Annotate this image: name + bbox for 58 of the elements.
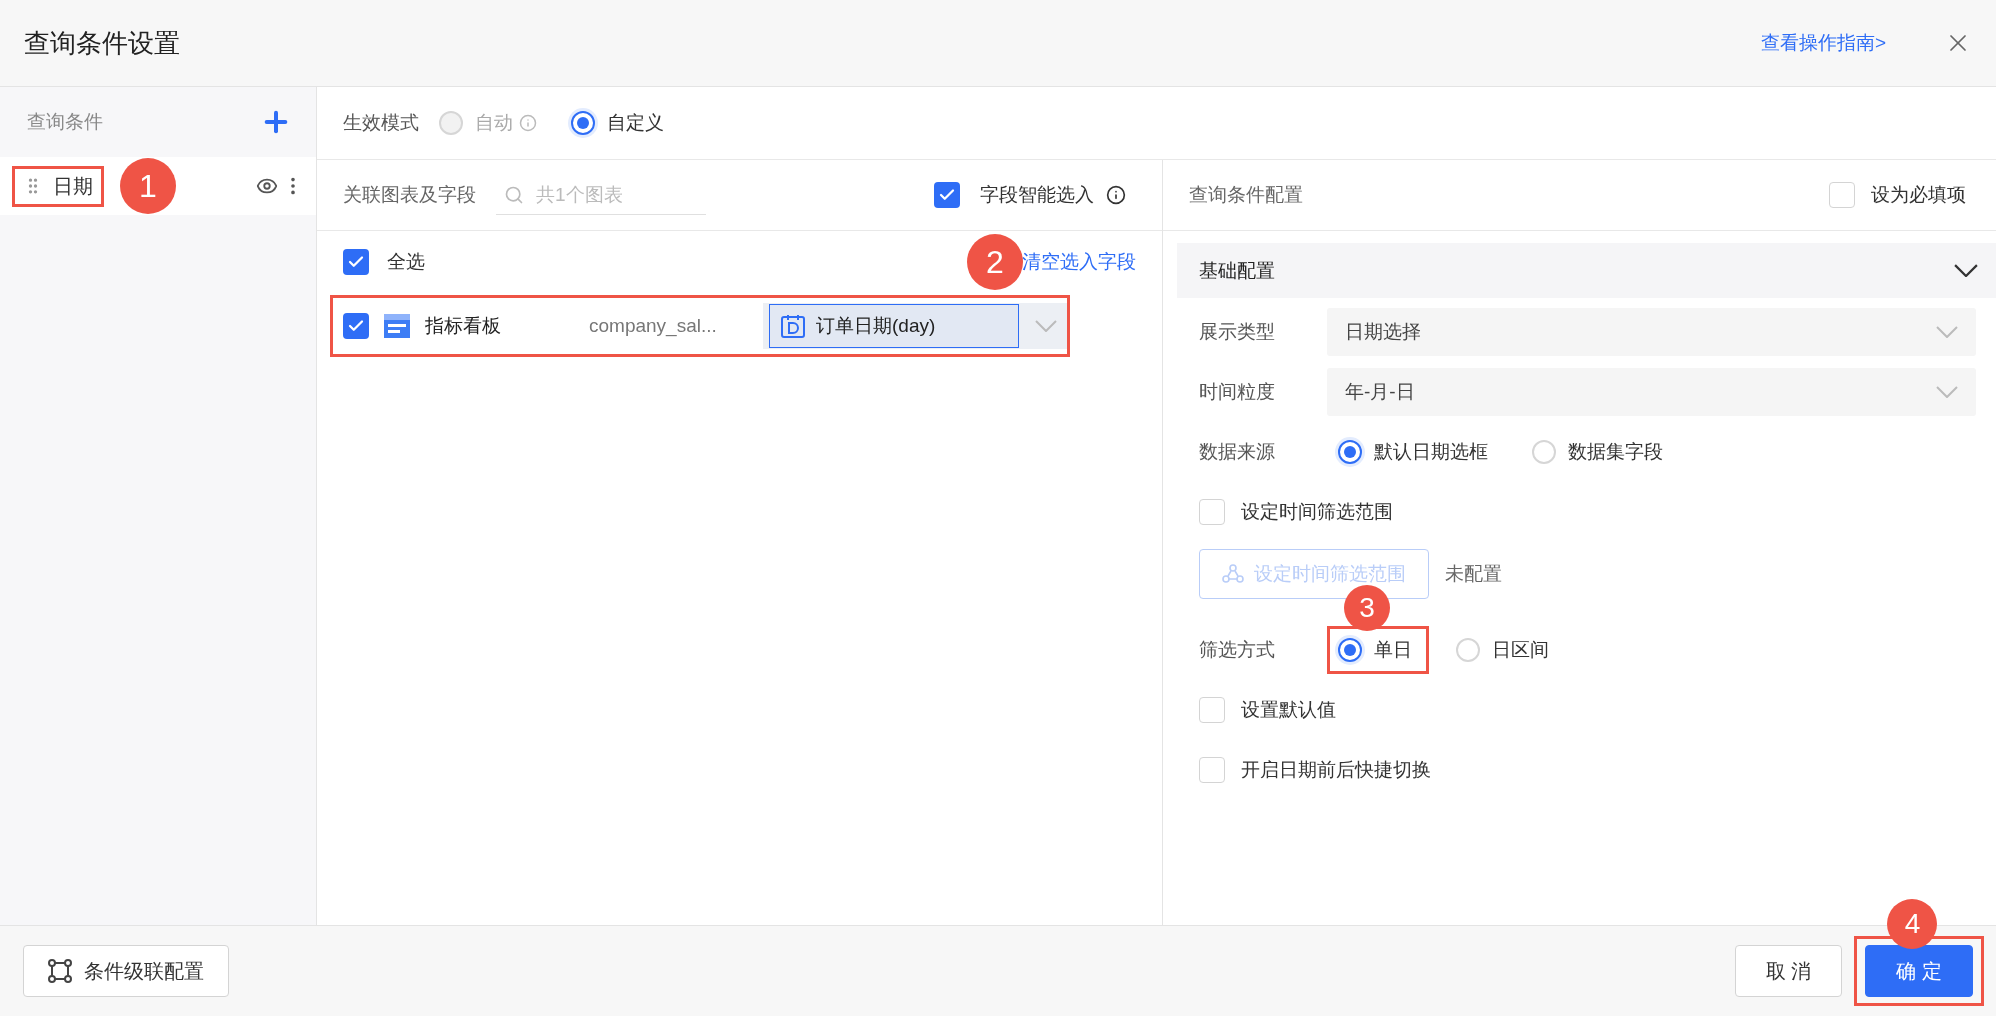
chevron-down-icon	[1936, 325, 1958, 339]
cancel-button[interactable]: 取 消	[1734, 945, 1843, 997]
checkbox-label: 全选	[387, 250, 425, 274]
checkbox-label: 设置默认值	[1241, 698, 1336, 722]
clear-fields-link[interactable]: 清空选入字段	[1022, 249, 1136, 275]
field-label: 时间粒度	[1199, 380, 1276, 404]
cascade-config-button[interactable]: 条件级联配置	[23, 945, 229, 997]
radio-option[interactable]: 数据集字段	[1532, 439, 1663, 465]
field-select[interactable]: 订单日期(day)	[763, 303, 1067, 349]
step-badge: 1	[120, 158, 176, 214]
section-label: 关联图表及字段	[343, 183, 476, 207]
chevron-down-icon	[1954, 263, 1978, 278]
step-badge: 3	[1344, 585, 1390, 631]
checkbox[interactable]	[1199, 697, 1225, 723]
step-badge: 4	[1887, 899, 1938, 949]
checkbox[interactable]	[934, 182, 960, 208]
checkbox[interactable]	[1199, 499, 1225, 525]
dialog-title: 查询条件设置	[24, 26, 181, 60]
condition-item[interactable]: 日期 1	[0, 157, 316, 215]
checkbox[interactable]	[1199, 757, 1225, 783]
checkbox-label: 设定时间筛选范围	[1241, 500, 1393, 524]
chevron-down-icon	[1936, 385, 1958, 399]
section-header[interactable]: 基础配置	[1177, 243, 1996, 298]
chart-name: 指标看板	[425, 314, 502, 338]
cluster-icon	[1222, 563, 1244, 585]
checkbox-label: 开启日期前后快捷切换	[1241, 758, 1431, 782]
checkbox-label: 设为必填项	[1871, 183, 1966, 207]
calendar-icon	[383, 312, 411, 340]
radio-option[interactable]: 日区间	[1456, 637, 1549, 663]
confirm-button[interactable]: 确 定	[1865, 945, 1973, 997]
checkbox[interactable]	[343, 313, 369, 339]
search-icon	[504, 184, 524, 205]
radio-option[interactable]: 单日	[1338, 637, 1412, 663]
field-label: 展示类型	[1199, 320, 1276, 344]
guide-link[interactable]: 查看操作指南>	[1760, 30, 1886, 56]
search-field[interactable]: 共1个图表	[534, 182, 684, 207]
dataset-name: company_sal...	[589, 315, 718, 337]
nodes-icon	[48, 959, 72, 983]
calendar-icon	[780, 313, 806, 339]
radio-option[interactable]: 自定义	[571, 110, 664, 136]
field-label: 数据来源	[1199, 440, 1276, 464]
checkbox[interactable]	[1829, 182, 1855, 208]
checkbox-label: 字段智能选入	[980, 183, 1094, 207]
checkbox[interactable]	[343, 249, 369, 275]
field-label: 生效模式	[343, 111, 419, 135]
condition-label: 日期	[53, 173, 93, 199]
select-field[interactable]: 年-月-日	[1327, 368, 1976, 416]
field-value: 订单日期(day)	[816, 314, 936, 338]
step-badge: 2	[967, 234, 1023, 290]
sidebar-title: 查询条件	[27, 110, 103, 134]
chevron-down-icon	[1035, 319, 1057, 333]
status-text: 未配置	[1445, 562, 1502, 586]
select-field[interactable]: 日期选择	[1327, 308, 1976, 356]
radio-option[interactable]: 默认日期选框	[1338, 439, 1488, 465]
info-icon[interactable]	[1106, 185, 1126, 205]
section-label: 查询条件配置	[1189, 183, 1303, 207]
section-title: 基础配置	[1199, 258, 1275, 283]
field-label: 筛选方式	[1199, 638, 1276, 662]
